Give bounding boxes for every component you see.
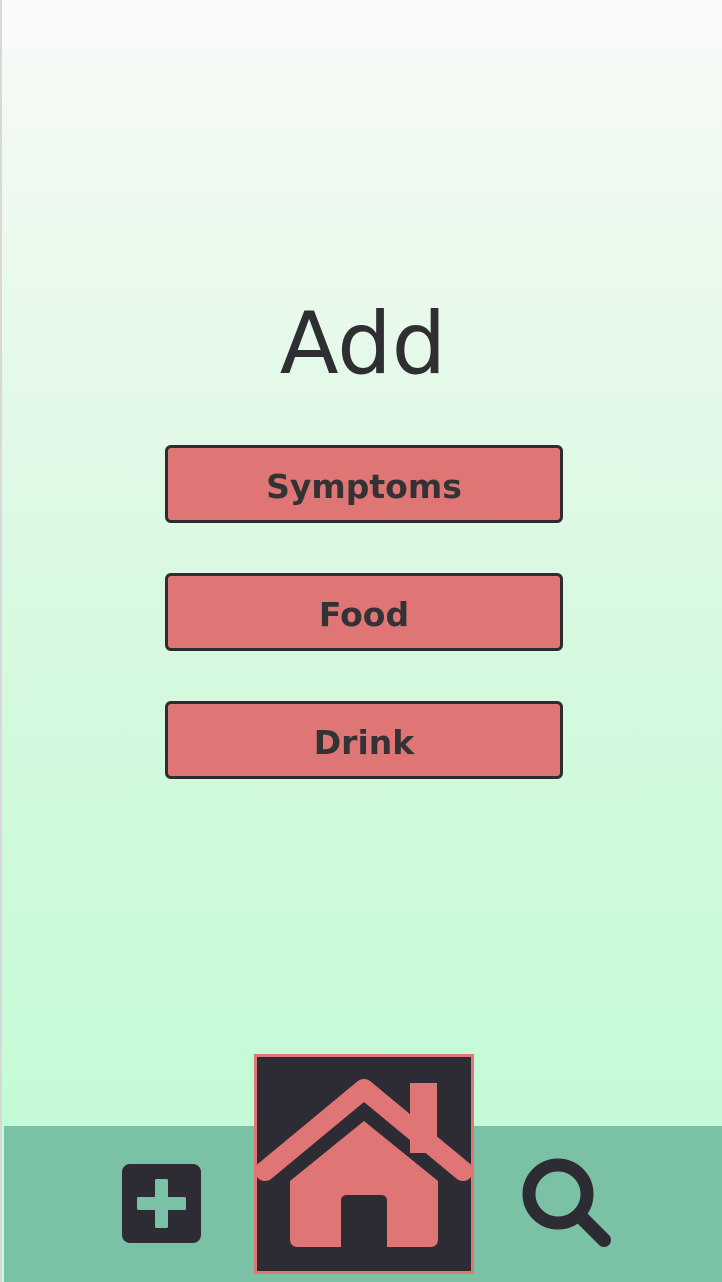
plus-icon [122, 1164, 201, 1243]
tab-home[interactable] [254, 1054, 474, 1274]
drink-button[interactable]: Drink [165, 701, 563, 779]
search-icon [522, 1158, 611, 1247]
page-title: Add [279, 294, 447, 394]
food-button[interactable]: Food [165, 573, 563, 651]
symptoms-button[interactable]: Symptoms [165, 445, 563, 523]
tab-add[interactable] [122, 1164, 201, 1243]
home-icon [257, 1079, 471, 1247]
tab-search[interactable] [520, 1156, 614, 1250]
screen: Add Symptoms Food Drink [0, 0, 722, 1282]
